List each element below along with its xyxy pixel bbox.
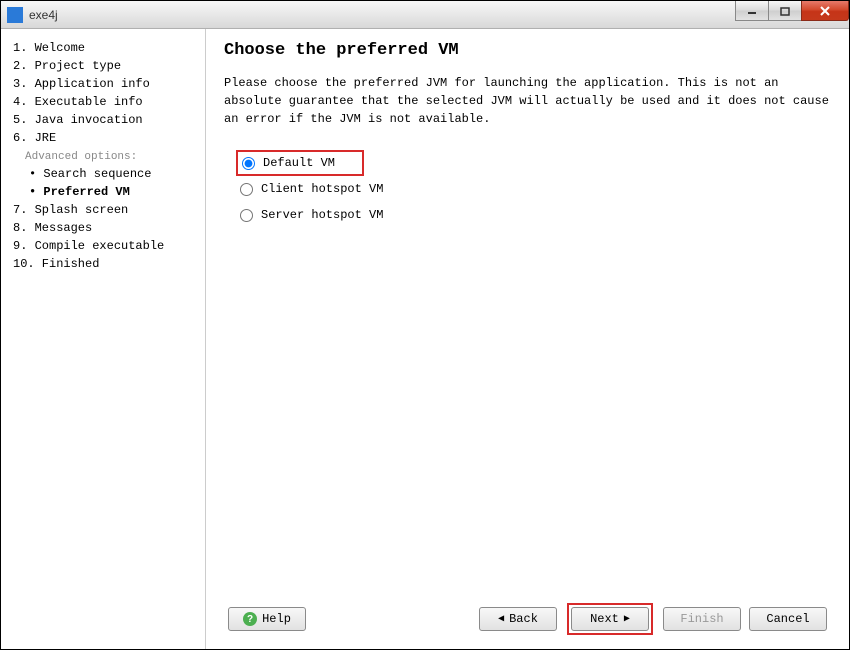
radio-client-hotspot[interactable]: Client hotspot VM [236,176,831,202]
next-button[interactable]: Next ▶ [571,607,649,631]
next-highlight: Next ▶ [567,603,653,635]
step-jre[interactable]: 6. JRE [7,129,199,147]
step-project-type[interactable]: 2. Project type [7,57,199,75]
app-icon [7,7,23,23]
back-button-label: Back [509,612,538,626]
help-button[interactable]: ? Help [228,607,306,631]
page-heading: Choose the preferred VM [224,41,831,60]
titlebar: exe4j [1,1,849,29]
page-description: Please choose the preferred JVM for laun… [224,74,831,128]
step-executable-info[interactable]: 4. Executable info [7,93,199,111]
radio-server-hotspot-input[interactable] [240,209,253,222]
cancel-button[interactable]: Cancel [749,607,827,631]
minimize-icon [747,6,757,16]
arrow-left-icon: ◀ [498,613,504,625]
main-panel: Choose the preferred VM Please choose th… [206,29,849,649]
substep-search-sequence[interactable]: • Search sequence [7,165,199,183]
radio-server-hotspot[interactable]: Server hotspot VM [236,202,831,228]
step-compile-executable[interactable]: 9. Compile executable [7,237,199,255]
radio-default-vm-label: Default VM [263,156,335,170]
maximize-button[interactable] [768,1,802,21]
back-button[interactable]: ◀ Back [479,607,557,631]
finish-button[interactable]: Finish [663,607,741,631]
arrow-right-icon: ▶ [624,613,630,625]
help-icon: ? [243,612,257,626]
step-finished[interactable]: 10. Finished [7,255,199,273]
window-title: exe4j [29,8,58,22]
finish-button-label: Finish [680,612,723,626]
vm-radio-group: Default VM Client hotspot VM Server hots… [224,150,831,228]
radio-default-vm-input[interactable] [242,157,255,170]
help-button-label: Help [262,612,291,626]
close-button[interactable] [801,1,849,21]
radio-default-vm[interactable]: Default VM [236,150,364,176]
radio-client-hotspot-input[interactable] [240,183,253,196]
step-welcome[interactable]: 1. Welcome [7,39,199,57]
step-java-invocation[interactable]: 5. Java invocation [7,111,199,129]
step-application-info[interactable]: 3. Application info [7,75,199,93]
radio-server-hotspot-label: Server hotspot VM [261,208,383,222]
advanced-options-label: Advanced options: [7,147,199,165]
maximize-icon [780,6,790,16]
window-controls [736,1,849,21]
wizard-sidebar: 1. Welcome 2. Project type 3. Applicatio… [1,29,206,649]
step-messages[interactable]: 8. Messages [7,219,199,237]
cancel-button-label: Cancel [766,612,809,626]
step-splash-screen[interactable]: 7. Splash screen [7,201,199,219]
substep-preferred-vm[interactable]: • Preferred VM [7,183,199,201]
radio-client-hotspot-label: Client hotspot VM [261,182,383,196]
minimize-button[interactable] [735,1,769,21]
next-button-label: Next [590,612,619,626]
button-bar: ? Help ◀ Back Next ▶ Finish Cancel [224,603,831,635]
close-icon [819,5,831,17]
